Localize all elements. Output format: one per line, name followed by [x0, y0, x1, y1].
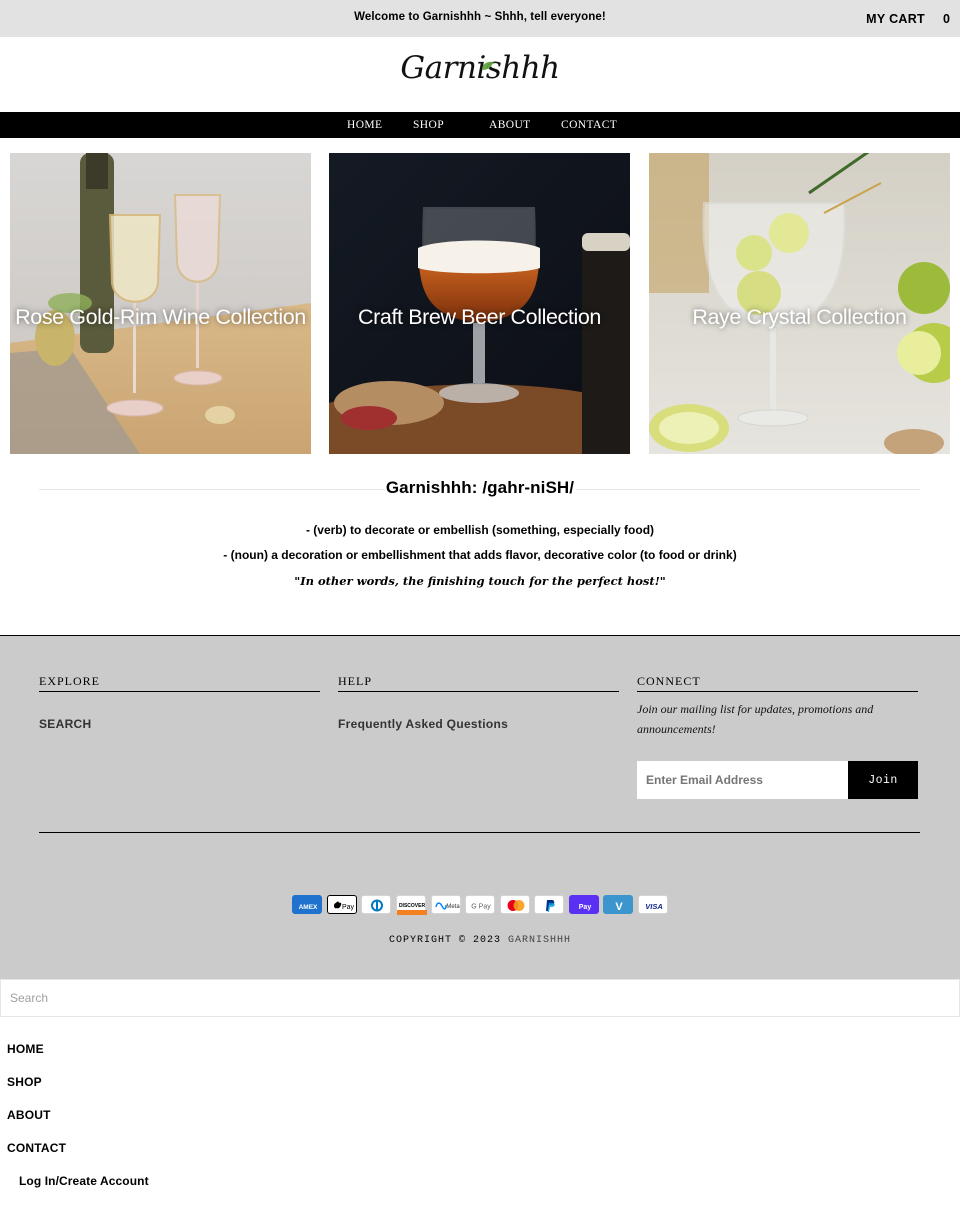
collection-title-wine[interactable]: Rose Gold-Rim Wine Collection [10, 303, 311, 332]
visa-icon: VISA [638, 895, 668, 914]
svg-text:Pay: Pay [579, 904, 592, 911]
svg-text:Meta: Meta [446, 904, 460, 910]
drawer-login-link[interactable]: Log In/Create Account [19, 1174, 149, 1188]
site-logo[interactable]: Garnishhh [0, 50, 960, 95]
google-pay-icon: G Pay [465, 895, 495, 914]
footer-connect-rule [637, 691, 918, 692]
drawer-item-contact[interactable]: CONTACT [7, 1141, 66, 1155]
nav-home[interactable]: HOME [347, 119, 382, 131]
svg-text:VISA: VISA [645, 902, 663, 911]
meta-pay-icon: Meta [431, 895, 461, 914]
svg-text:AMEX: AMEX [299, 904, 318, 911]
announcement-message: Welcome to Garnishhh ~ Shhh, tell everyo… [354, 11, 606, 23]
my-cart-link[interactable]: MY CART [866, 12, 925, 26]
mastercard-icon [500, 895, 530, 914]
discover-icon: DISCOVER [396, 895, 427, 915]
cart-count-badge[interactable]: 0 [943, 12, 950, 26]
svg-text:Pay: Pay [342, 904, 355, 911]
nav-about[interactable]: ABOUT [489, 119, 531, 131]
definition-verb: - (verb) to decorate or embellish (somet… [305, 523, 655, 537]
diners-club-icon [361, 895, 391, 914]
shop-pay-icon: Pay [569, 895, 599, 914]
collection-tile-crystal[interactable]: Raye Crystal Collection [649, 153, 950, 454]
footer-help-rule [338, 691, 619, 692]
svg-text:V: V [615, 901, 623, 913]
copyright-text: COPYRIGHT © 2023 GARNISHHH [0, 935, 960, 946]
drawer-item-home[interactable]: HOME [7, 1042, 44, 1056]
apple-pay-icon: Pay [327, 895, 357, 914]
nav-shop[interactable]: SHOP [413, 119, 444, 131]
amex-icon: AMEX [292, 895, 322, 914]
collection-title-crystal[interactable]: Raye Crystal Collection [649, 303, 950, 332]
collection-title-beer[interactable]: Craft Brew Beer Collection [329, 303, 630, 332]
svg-text:DISCOVER: DISCOVER [399, 903, 426, 909]
leaf-icon [482, 61, 496, 70]
footer-explore-title: EXPLORE [39, 674, 100, 688]
main-nav: HOME SHOP ABOUT CONTACT [0, 112, 960, 138]
announcement-bar: Welcome to Garnishhh ~ Shhh, tell everyo… [0, 0, 960, 37]
collection-tile-beer[interactable]: Craft Brew Beer Collection [329, 153, 630, 454]
footer-link-search[interactable]: SEARCH [39, 717, 91, 731]
definition-heading: Garnishhh: /gahr-niSH/ [385, 478, 575, 497]
venmo-icon: V [603, 895, 633, 914]
site-footer: EXPLORE SEARCH HELP Frequently Asked Que… [0, 635, 960, 979]
svg-text:G Pay: G Pay [471, 904, 491, 911]
drawer-item-shop[interactable]: SHOP [7, 1075, 42, 1089]
drawer-item-about[interactable]: ABOUT [7, 1108, 51, 1122]
copyright-brand-link[interactable]: GARNISHHH [508, 935, 571, 946]
footer-connect-title: CONNECT [637, 674, 701, 688]
footer-help-title: HELP [338, 674, 372, 688]
footer-link-faq[interactable]: Frequently Asked Questions [338, 717, 508, 731]
footer-explore-rule [39, 691, 320, 692]
footer-divider [39, 832, 920, 833]
newsletter-note: Join our mailing list for updates, promo… [637, 702, 874, 736]
copyright-prefix: COPYRIGHT © 2023 [388, 935, 501, 946]
newsletter-email-input[interactable] [637, 761, 848, 799]
collection-tile-wine[interactable]: Rose Gold-Rim Wine Collection [10, 153, 311, 454]
drawer-search-input[interactable] [0, 979, 960, 1017]
newsletter-join-button[interactable]: Join [848, 761, 918, 799]
paypal-icon [534, 895, 564, 914]
nav-contact[interactable]: CONTACT [561, 119, 617, 131]
definition-quote: "In other words, the finishing touch for… [294, 574, 666, 588]
definition-noun: - (noun) a decoration or embellishment t… [223, 548, 737, 562]
